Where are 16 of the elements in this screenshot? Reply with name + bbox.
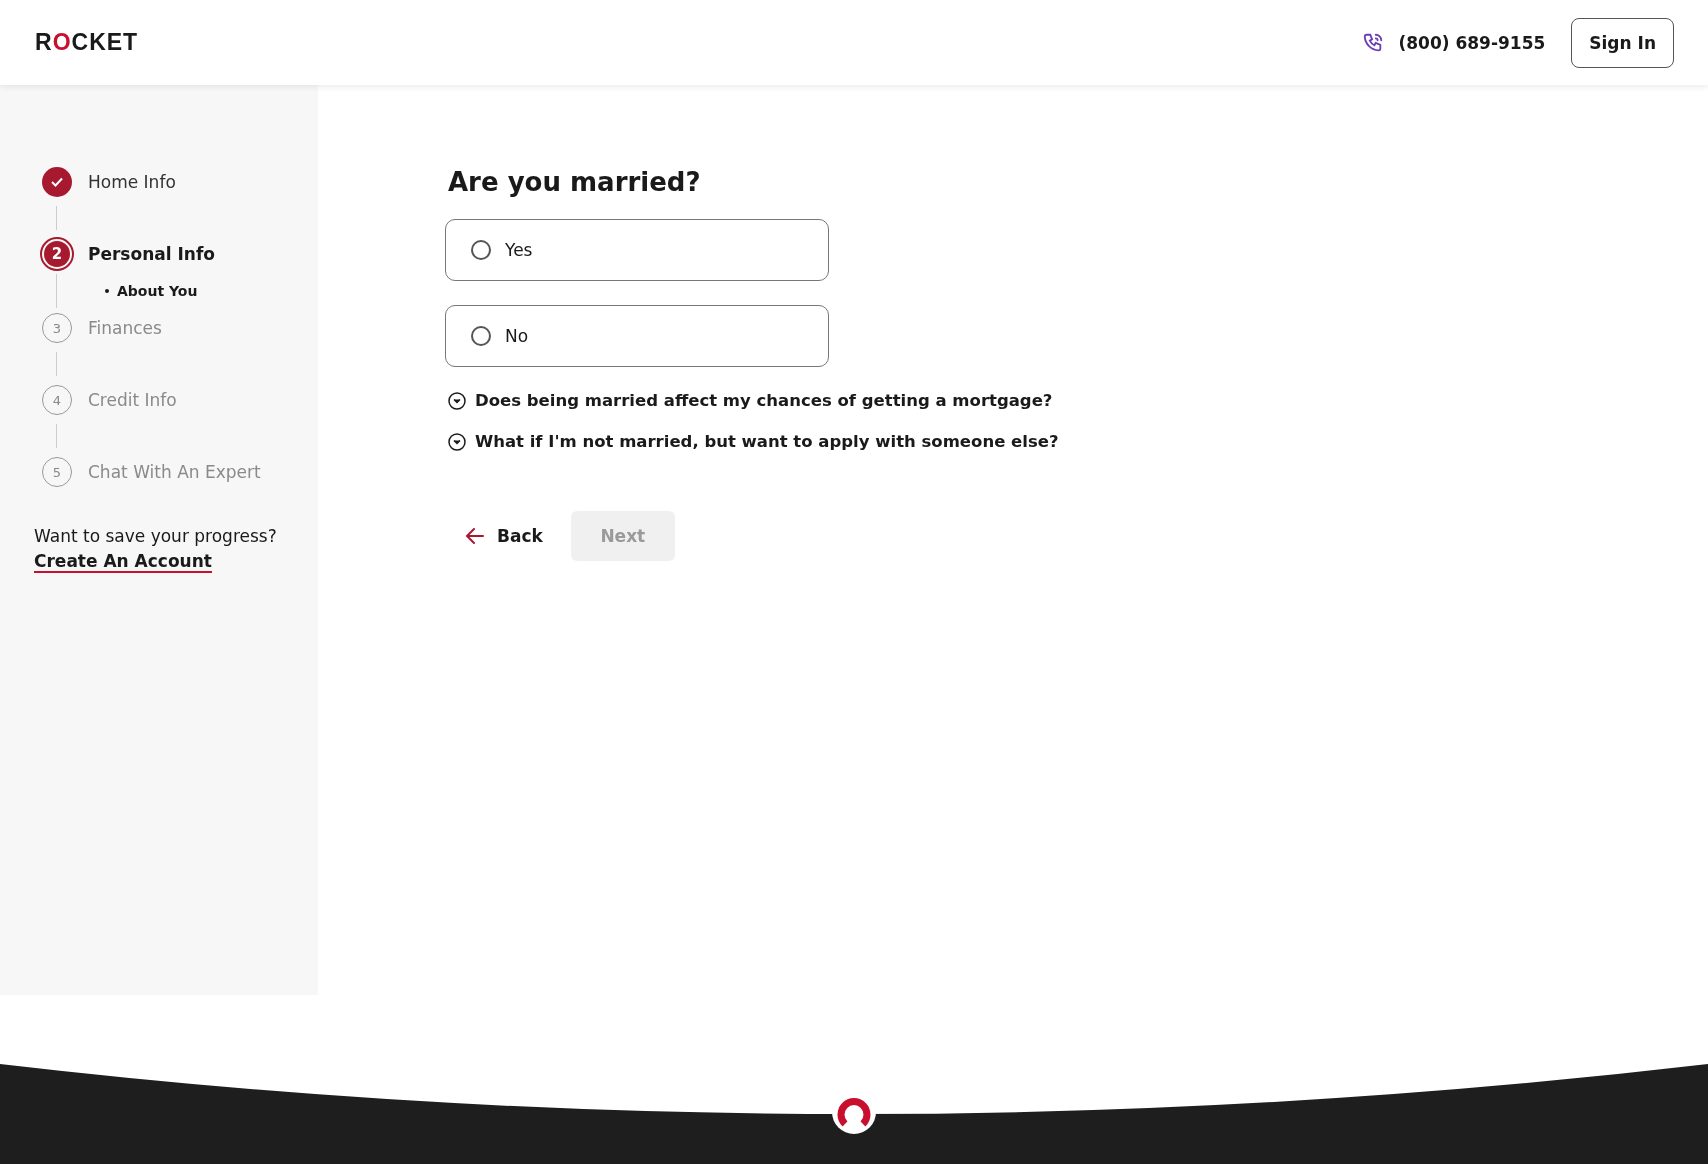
sign-in-button[interactable]: Sign In — [1571, 17, 1674, 68]
phone-icon — [1362, 31, 1385, 54]
phone-number[interactable]: (800) 689-9155 — [1398, 32, 1546, 53]
faq-toggle[interactable]: Does being married affect my chances of getting a mortgage? — [445, 391, 1708, 410]
back-button[interactable]: Back — [465, 526, 543, 546]
create-account-link[interactable]: Create An Account — [34, 551, 212, 573]
step-label[interactable]: Personal Info — [88, 244, 215, 264]
answer-option[interactable]: No — [445, 305, 829, 367]
step-label[interactable]: Home Info — [88, 172, 176, 192]
back-arrow-icon — [465, 527, 485, 545]
save-progress-text: Want to save your progress? — [34, 525, 278, 548]
logo[interactable]: ROCKET — [35, 29, 139, 56]
faq-toggle[interactable]: What if I'm not married, but want to apply with someone else? — [445, 432, 1708, 451]
substep-item[interactable]: About You — [105, 283, 198, 299]
answer-option[interactable]: Yes — [445, 219, 829, 281]
question-title: Are you married? — [448, 167, 702, 197]
